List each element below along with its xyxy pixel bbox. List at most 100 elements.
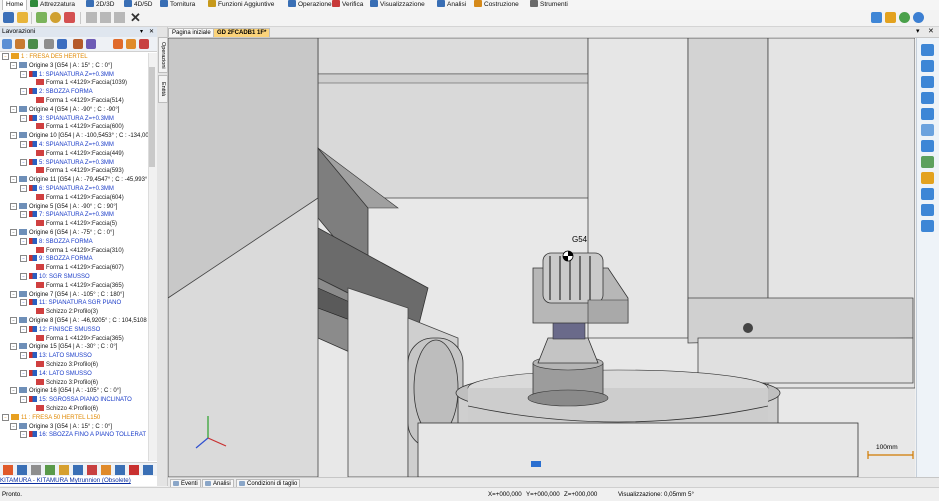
tab-active-document[interactable]: GD 2FCADB1 1F* xyxy=(213,28,271,37)
close-document-icon[interactable]: ✕ xyxy=(928,27,934,35)
collapse-icon[interactable]: − xyxy=(10,290,17,298)
collapse-icon[interactable]: − xyxy=(20,273,27,280)
collapse-icon[interactable]: − xyxy=(20,431,27,439)
tree-geometry[interactable]: Forma 1 <4129>:Faccia(604) xyxy=(36,193,124,203)
tree-origin[interactable]: − Origine 16 [G54 | A : -105° ; C : 0°] xyxy=(10,387,121,396)
collapse-icon[interactable]: − xyxy=(20,255,27,263)
view-right-icon[interactable] xyxy=(921,76,934,88)
tree-operation[interactable]: − 12: FINISCE SMUSSO xyxy=(20,325,100,335)
tree-operation[interactable]: − 2: SBOZZA FORMA xyxy=(20,88,93,97)
collapse-icon[interactable]: − xyxy=(20,352,27,360)
tree-origin[interactable]: − Origine 10 [G54 | A : -100,5453° ; C : … xyxy=(10,132,148,141)
menu-strumenti[interactable]: Strumenti xyxy=(530,0,568,10)
tree-operation[interactable]: − 10: SGR SMUSSO xyxy=(20,273,90,282)
options-icon[interactable] xyxy=(885,12,896,23)
menu-analisi[interactable]: Analisi xyxy=(437,0,466,10)
menu-visualizzazione[interactable]: Visualizzazione xyxy=(370,0,425,10)
collision-icon[interactable] xyxy=(139,39,149,49)
postprocess-icon[interactable] xyxy=(44,39,54,49)
tree-geometry[interactable]: Forma 1 <4129>:Faccia(310) xyxy=(36,246,124,256)
collapse-icon[interactable]: − xyxy=(10,132,17,140)
tree-geometry[interactable]: Forma 1 <4129>:Faccia(5) xyxy=(36,220,117,229)
zoom-fit-icon[interactable] xyxy=(921,108,934,120)
tree-operation[interactable]: − 7: SPIANATURA Z=+0.3MM xyxy=(20,211,114,220)
stop-icon[interactable] xyxy=(87,465,97,475)
menu-verifica[interactable]: Verifica xyxy=(332,0,363,10)
tree-operation[interactable]: − 5: SPIANATURA Z=+0.3MM xyxy=(20,158,114,168)
collapse-icon[interactable]: − xyxy=(20,70,27,78)
tree-geometry[interactable]: Forma 1 <4129>:Faccia(365) xyxy=(36,334,124,344)
tree-job[interactable]: − 11 : FRESA 50 HERTEL L150 xyxy=(2,413,100,423)
tree-operation[interactable]: − 14: LATO SMUSSO xyxy=(20,369,92,379)
tab-list-icon[interactable]: ▾ xyxy=(916,27,920,35)
machine-setup-icon[interactable] xyxy=(36,12,47,23)
warning-icon[interactable] xyxy=(129,465,139,475)
tree-geometry[interactable]: Forma 1 <4129>:Faccia(1039) xyxy=(36,79,127,88)
tree-geometry[interactable]: Schizzo 2:Profilo(3) xyxy=(36,308,98,317)
folder-icon[interactable] xyxy=(59,465,69,475)
tree-origin[interactable]: − Origine 11 [G54 | A : -79,4547° ; C : -… xyxy=(10,176,147,185)
tab-home-page[interactable]: Pagina iniziale xyxy=(168,28,215,37)
tree-geometry[interactable]: Schizzo 4:Profilo(6) xyxy=(36,405,98,414)
pin-icon[interactable]: ▾ xyxy=(140,27,143,37)
collapse-icon[interactable]: − xyxy=(20,185,27,192)
delete-icon[interactable]: ✕ xyxy=(130,11,141,24)
collapse-icon[interactable]: − xyxy=(20,141,27,148)
tree-operation[interactable]: − 15: SGROSSA PIANO INCLINATO xyxy=(20,396,132,405)
tool-icon[interactable] xyxy=(50,12,61,23)
report-icon[interactable] xyxy=(143,465,153,475)
collapse-icon[interactable]: − xyxy=(20,211,27,219)
open-folder-icon[interactable] xyxy=(17,12,28,23)
machine-selector[interactable]: KITAMURA - KITAMURA Mytrunnion (Obsolete… xyxy=(0,476,157,486)
collapse-icon[interactable]: − xyxy=(2,413,9,421)
tree-geometry[interactable]: Forma 1 <4129>:Faccia(607) xyxy=(36,264,124,273)
check-icon[interactable] xyxy=(45,465,55,475)
collapse-icon[interactable]: − xyxy=(20,88,27,96)
tool-list-icon[interactable] xyxy=(73,465,83,475)
shading-icon[interactable] xyxy=(921,156,934,168)
tree-operation[interactable]: − 9: SBOZZA FORMA xyxy=(20,255,93,264)
layers-icon[interactable] xyxy=(921,204,934,216)
menu-4d-5d[interactable]: 4D/5D xyxy=(124,0,152,10)
gear-icon[interactable] xyxy=(101,465,111,475)
close-icon[interactable]: ✕ xyxy=(149,27,154,37)
print-icon[interactable] xyxy=(31,465,41,475)
stock-icon[interactable] xyxy=(64,12,75,23)
collapse-icon[interactable]: − xyxy=(10,105,17,113)
tree-scrollbar-thumb[interactable] xyxy=(149,67,155,167)
tree-operation[interactable]: − 6: SPIANATURA Z=+0.3MM xyxy=(20,185,114,194)
tab-operazioni[interactable]: Operazioni xyxy=(158,37,168,73)
wireframe-icon[interactable] xyxy=(921,188,934,200)
tree-origin[interactable]: − Origine 5 [G54 | A : -90° ; C : 90°] xyxy=(10,202,117,212)
calculate-icon[interactable] xyxy=(15,39,25,49)
view-iso-icon[interactable] xyxy=(921,92,934,104)
tree-geometry[interactable]: Schizzo 3:Profilo(6) xyxy=(36,361,98,370)
tree-origin[interactable]: − Origine 15 [G54 | A : -30° ; C : 0°] xyxy=(10,343,117,352)
collapse-icon[interactable]: − xyxy=(20,114,27,122)
tree-operation[interactable]: − 13: LATO SMUSSO xyxy=(20,352,92,361)
collapse-icon[interactable]: − xyxy=(10,176,17,184)
list-icon[interactable] xyxy=(17,465,27,475)
collapse-icon[interactable]: − xyxy=(20,396,27,404)
tree-geometry[interactable]: Forma 1 <4129>:Faccia(593) xyxy=(36,167,124,176)
collapse-icon[interactable]: − xyxy=(10,61,17,69)
menu-costruzione[interactable]: Costruzione xyxy=(474,0,519,10)
add-operation-icon[interactable] xyxy=(2,39,12,49)
menu-funzioni-aggiuntive[interactable]: Funzioni Aggiuntive xyxy=(208,0,274,10)
cut-icon[interactable] xyxy=(114,12,125,23)
view-top-icon[interactable] xyxy=(921,60,934,72)
rotate-icon[interactable] xyxy=(921,140,934,152)
tree-origin[interactable]: − Origine 3 [G54 | A : 15° ; C : 0°] xyxy=(10,422,112,432)
export-icon[interactable] xyxy=(115,465,125,475)
filter-icon[interactable] xyxy=(73,39,83,49)
tree-operation[interactable]: − 3: SPIANATURA Z=+0.3MM xyxy=(20,114,114,124)
collapse-icon[interactable]: − xyxy=(20,325,27,333)
collapse-icon[interactable]: − xyxy=(2,53,9,60)
fixture-icon[interactable] xyxy=(126,39,136,49)
tree-geometry[interactable]: Forma 1 <4129>:Faccia(365) xyxy=(36,281,124,291)
collapse-icon[interactable]: − xyxy=(10,422,17,430)
expand-icon[interactable] xyxy=(86,39,96,49)
tree-operation[interactable]: − 16: SBOZZA FINO A PIANO TOLLERAT xyxy=(20,431,146,440)
info-icon[interactable] xyxy=(913,12,924,23)
collapse-icon[interactable]: − xyxy=(10,229,17,236)
